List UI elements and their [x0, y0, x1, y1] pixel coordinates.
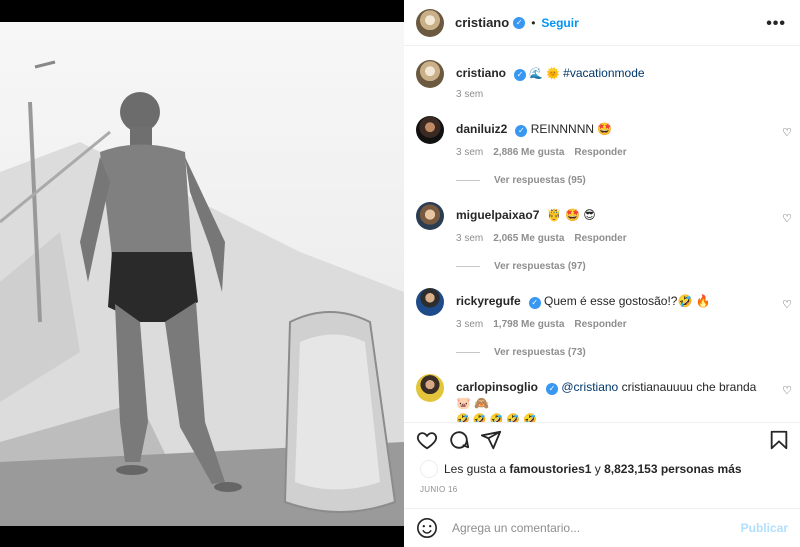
- author-avatar[interactable]: [416, 8, 444, 37]
- likes-summary: Les gusta a famoustories1 y 8,823,153 pe…: [420, 460, 742, 478]
- reply-button[interactable]: Responder: [574, 233, 626, 244]
- share-icon[interactable]: [480, 429, 502, 451]
- comment-like-heart-icon[interactable]: ♡: [782, 298, 792, 311]
- comment-meta: 3 sem 1,798 Me gusta Responder: [456, 319, 627, 330]
- comment-composer: Publicar: [404, 508, 800, 547]
- reply-button[interactable]: Responder: [574, 147, 626, 158]
- verified-icon: ✓: [528, 297, 541, 309]
- commenter-avatar[interactable]: [416, 374, 444, 402]
- caption-time[interactable]: 3 sem: [456, 89, 483, 100]
- likes-middle: y: [594, 462, 601, 476]
- comment-body: 🤴 🤩 😎: [546, 208, 596, 222]
- view-replies-label: Ver respuestas (97): [494, 261, 586, 272]
- caption-emoji: 🌊 🌞: [529, 68, 560, 80]
- caption-username[interactable]: cristiano: [456, 66, 506, 80]
- comments-list: cristiano ✓ 🌊 🌞 #vacationmode 3 sem danil…: [404, 46, 800, 422]
- heart-icon[interactable]: [416, 429, 438, 451]
- view-replies-label: Ver respuestas (95): [494, 175, 586, 186]
- verified-icon: ✓: [513, 16, 526, 29]
- comment-time[interactable]: 3 sem: [456, 233, 483, 244]
- replies-line: [456, 352, 480, 353]
- commenter-avatar[interactable]: [416, 202, 444, 230]
- comment-likes[interactable]: 2,065 Me gusta: [493, 233, 564, 244]
- verified-icon: ✓: [514, 69, 527, 81]
- comment-text: rickyregufe ✓ Quem é esse gostosão!?🤣 🔥: [456, 288, 766, 316]
- comment-text: carlopinsoglio ✓ @cristiano cristianauuuu…: [456, 374, 766, 422]
- commenter-avatar[interactable]: [416, 116, 444, 144]
- publish-button[interactable]: Publicar: [741, 521, 788, 535]
- likes-count[interactable]: 8,823,153 personas más: [604, 462, 741, 476]
- post-photo-illustration: [0, 22, 404, 526]
- likes-prefix: Les gusta a: [444, 462, 507, 476]
- comment-item: daniluiz2 ✓ REINNNNN 🤩: [416, 116, 766, 144]
- action-bar: [404, 422, 800, 454]
- commenter-username[interactable]: rickyregufe: [456, 294, 521, 308]
- comment-time[interactable]: 3 sem: [456, 147, 483, 158]
- bookmark-icon[interactable]: [768, 429, 790, 451]
- more-icon[interactable]: •••: [766, 15, 786, 33]
- post-date[interactable]: JUNIO 16: [420, 485, 458, 494]
- comment-item: rickyregufe ✓ Quem é esse gostosão!?🤣 🔥: [416, 288, 766, 316]
- author-username[interactable]: cristiano: [455, 15, 509, 30]
- commenter-avatar[interactable]: [416, 288, 444, 316]
- replies-line: [456, 266, 480, 267]
- comment-item: carlopinsoglio ✓ @cristiano cristianauuuu…: [416, 374, 766, 422]
- view-replies-label: Ver respuestas (73): [494, 347, 586, 358]
- caption-hashtag[interactable]: #vacationmode: [563, 66, 644, 80]
- separator-dot: •: [531, 15, 536, 30]
- commenter-username[interactable]: carlopinsoglio: [456, 380, 538, 394]
- emoji-icon[interactable]: [416, 517, 438, 539]
- comment-body: Quem é esse gostosão!?🤣 🔥: [544, 294, 711, 308]
- comment-meta: 3 sem 2,065 Me gusta Responder: [456, 233, 627, 244]
- commenter-username[interactable]: daniluiz2: [456, 122, 507, 136]
- comment-icon[interactable]: [448, 429, 470, 451]
- post-header: cristiano ✓ • Seguir •••: [404, 0, 800, 46]
- comment-text: miguelpaixao7 🤴 🤩 😎: [456, 202, 766, 230]
- author-avatar[interactable]: [416, 60, 444, 88]
- comment-time[interactable]: 3 sem: [456, 319, 483, 330]
- view-replies-button[interactable]: Ver respuestas (95): [456, 175, 586, 186]
- verified-icon: ✓: [515, 125, 528, 137]
- post-photo[interactable]: [0, 22, 404, 526]
- comment-like-heart-icon[interactable]: ♡: [782, 126, 792, 139]
- comment-body-emoji: 🤣 🤣 🤣 🤣 🤣: [456, 414, 537, 422]
- caption-meta: 3 sem: [456, 89, 483, 100]
- reply-button[interactable]: Responder: [574, 319, 626, 330]
- follow-button[interactable]: Seguir: [541, 16, 578, 30]
- caption-text: cristiano ✓ 🌊 🌞 #vacationmode: [456, 60, 766, 88]
- comment-mention[interactable]: @cristiano: [561, 380, 618, 394]
- comment-like-heart-icon[interactable]: ♡: [782, 384, 792, 397]
- view-replies-button[interactable]: Ver respuestas (73): [456, 347, 586, 358]
- commenter-username[interactable]: miguelpaixao7: [456, 208, 539, 222]
- liker-username[interactable]: famoustories1: [509, 462, 591, 476]
- post-detail-panel: cristiano ✓ • Seguir ••• cristiano ✓ 🌊 🌞 …: [404, 0, 800, 547]
- photo-pane: [0, 0, 404, 547]
- comment-likes[interactable]: 1,798 Me gusta: [493, 319, 564, 330]
- view-replies-button[interactable]: Ver respuestas (97): [456, 261, 586, 272]
- comment-likes[interactable]: 2,886 Me gusta: [493, 147, 564, 158]
- comment-input[interactable]: [452, 521, 741, 535]
- verified-icon: ✓: [546, 383, 559, 395]
- replies-line: [456, 180, 480, 181]
- comment-body: REINNNNN 🤩: [530, 122, 613, 136]
- comment-text: daniluiz2 ✓ REINNNNN 🤩: [456, 116, 766, 144]
- caption: cristiano ✓ 🌊 🌞 #vacationmode: [416, 60, 766, 88]
- comment-like-heart-icon[interactable]: ♡: [782, 212, 792, 225]
- comment-item: miguelpaixao7 🤴 🤩 😎: [416, 202, 766, 230]
- comment-meta: 3 sem 2,886 Me gusta Responder: [456, 147, 627, 158]
- liker-avatar[interactable]: [420, 460, 438, 478]
